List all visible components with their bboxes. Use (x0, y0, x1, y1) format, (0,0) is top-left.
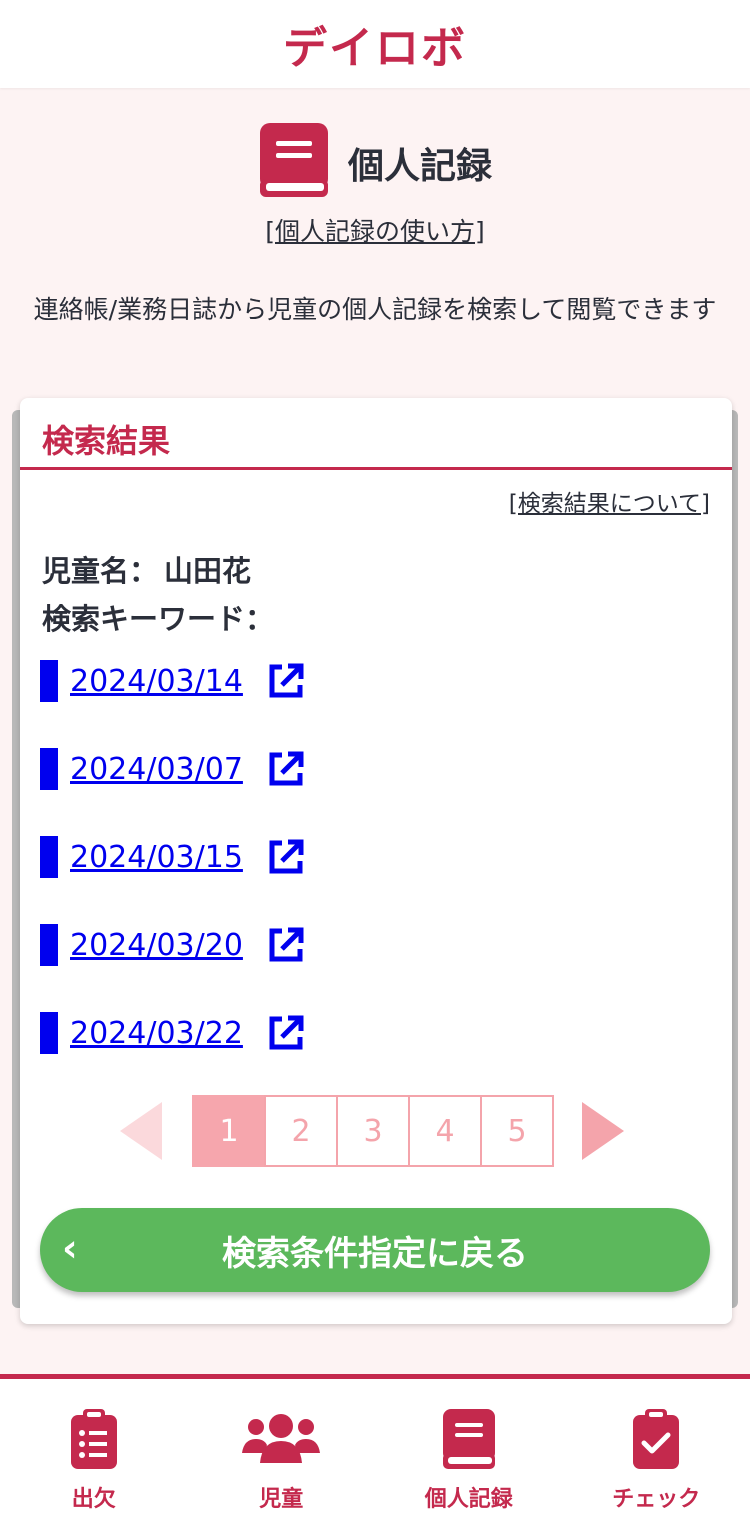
keyword-label: 検索キーワード： (42, 602, 275, 636)
users-icon (240, 1403, 322, 1475)
external-link-icon[interactable] (265, 924, 307, 966)
book-icon (258, 121, 330, 205)
nav-item-check[interactable]: チェック (563, 1379, 750, 1520)
result-date-link[interactable]: 2024/03/14 (70, 664, 265, 699)
page-description: 連絡帳/業務日誌から児童の個人記録を検索して閲覧できます (33, 295, 717, 324)
page-button-4[interactable]: 4 (408, 1095, 482, 1167)
page-button-5[interactable]: 5 (480, 1095, 554, 1167)
back-to-search-button[interactable]: ‹ 検索条件指定に戻る (40, 1208, 710, 1292)
page-button-1[interactable]: 1 (192, 1095, 266, 1167)
result-date-link[interactable]: 2024/03/22 (70, 1016, 265, 1051)
external-link-icon[interactable] (265, 748, 307, 790)
bottom-navigation: 出欠 児童 個人記録 チェック (0, 1374, 750, 1520)
external-link-icon[interactable] (265, 660, 307, 702)
child-name-label: 児童名： (42, 554, 159, 588)
result-marker (40, 660, 58, 702)
nav-label-children: 児童 (259, 1487, 304, 1512)
keyword-row: 検索キーワード： (42, 596, 280, 638)
result-item[interactable]: 2024/03/22 (40, 1009, 307, 1057)
child-name-value: 山田花 (164, 554, 252, 588)
result-date-link[interactable]: 2024/03/15 (70, 840, 265, 875)
howto-link[interactable]: [個人記録の使い方] (0, 212, 750, 248)
card-title: 検索結果 (42, 422, 171, 460)
result-marker (40, 924, 58, 966)
page-title: 個人記録 (347, 146, 492, 187)
external-link-icon[interactable] (265, 1012, 307, 1054)
clipboard-check-icon (631, 1403, 681, 1475)
nav-label-attendance: 出欠 (71, 1487, 116, 1512)
page-button-3[interactable]: 3 (336, 1095, 410, 1167)
nav-label-check: チェック (612, 1487, 701, 1512)
card-header: 検索結果 (20, 398, 732, 470)
chevron-left-icon: ‹ (62, 1226, 78, 1270)
result-marker (40, 836, 58, 878)
result-item[interactable]: 2024/03/07 (40, 745, 307, 793)
book-icon (441, 1403, 497, 1475)
child-name-row: 児童名： 山田花 (42, 548, 251, 590)
pagination: 1 2 3 4 5 (120, 1095, 624, 1167)
result-marker (40, 1012, 58, 1054)
nav-item-children[interactable]: 児童 (188, 1379, 376, 1520)
result-marker (40, 748, 58, 790)
brand-logo: デイロボ (283, 23, 467, 74)
page-button-2[interactable]: 2 (264, 1095, 338, 1167)
next-page-arrow-icon[interactable] (582, 1102, 624, 1160)
clipboard-list-icon (69, 1403, 119, 1475)
external-link-icon[interactable] (265, 836, 307, 878)
nav-label-personal-records: 個人記録 (424, 1487, 513, 1512)
back-button-label: 検索条件指定に戻る (222, 1233, 528, 1274)
result-item[interactable]: 2024/03/20 (40, 921, 307, 969)
result-item[interactable]: 2024/03/15 (40, 833, 307, 881)
page-title-row: 個人記録 (0, 122, 750, 204)
about-results-link[interactable]: [検索結果について] (509, 484, 710, 518)
result-date-link[interactable]: 2024/03/20 (70, 928, 265, 963)
nav-item-personal-records[interactable]: 個人記録 (375, 1379, 563, 1520)
search-results-card: 検索結果 [検索結果について] 児童名： 山田花 検索キーワード： 2024/0… (20, 398, 732, 1324)
result-item[interactable]: 2024/03/14 (40, 657, 307, 705)
previous-page-arrow-icon[interactable] (120, 1102, 162, 1160)
nav-item-attendance[interactable]: 出欠 (0, 1379, 188, 1520)
result-date-link[interactable]: 2024/03/07 (70, 752, 265, 787)
app-header: デイロボ (0, 0, 750, 88)
